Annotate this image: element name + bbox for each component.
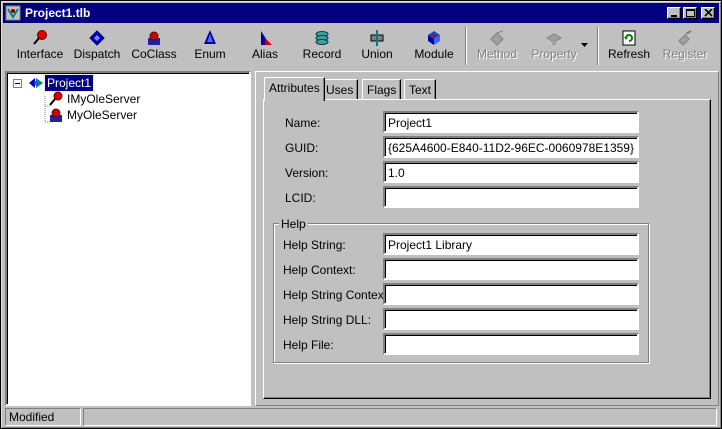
status-secondary-panel xyxy=(83,408,717,426)
dispatch-button[interactable]: Dispatch xyxy=(71,27,123,65)
refresh-icon xyxy=(622,30,636,46)
dispatch-icon xyxy=(89,30,105,46)
enum-icon xyxy=(204,30,216,44)
alias-icon xyxy=(261,31,272,45)
maximize-icon xyxy=(686,9,695,17)
enum-button[interactable]: Enum xyxy=(189,27,231,65)
tab-label: Text xyxy=(409,83,432,97)
window-title: Project1.tlb xyxy=(25,6,91,20)
method-icon xyxy=(490,30,504,46)
tab-label: Attributes xyxy=(269,81,320,95)
typelib-app-icon[interactable] xyxy=(5,5,21,21)
method-button[interactable]: Method xyxy=(475,27,519,65)
coclass-icon xyxy=(148,31,160,45)
property-button[interactable]: Property xyxy=(529,27,579,65)
record-icon xyxy=(315,31,329,45)
register-icon xyxy=(678,30,692,46)
name-field[interactable]: Project1 xyxy=(383,111,639,133)
tree-item-label: Project1 xyxy=(43,74,95,92)
minimize-icon xyxy=(671,15,677,17)
coclass-icon xyxy=(50,108,62,122)
help-string-dll-field[interactable] xyxy=(383,308,639,330)
close-icon xyxy=(704,9,713,17)
tab-attributes[interactable]: Attributes xyxy=(264,77,325,101)
tree-collapse-toggle[interactable] xyxy=(13,79,22,88)
module-icon xyxy=(428,31,440,45)
help-file-field[interactable] xyxy=(383,333,639,355)
help-string-field[interactable]: Project1 Library xyxy=(383,233,639,255)
refresh-button[interactable]: Refresh xyxy=(607,27,651,65)
guid-label: GUID: xyxy=(285,141,319,155)
help-group-title: Help xyxy=(279,217,308,231)
toolbar-separator xyxy=(465,27,467,65)
tab-text[interactable]: Text xyxy=(404,79,437,99)
name-label: Name: xyxy=(285,116,321,130)
version-label: Version: xyxy=(285,166,329,180)
help-string-context-label: Help String Context: xyxy=(283,288,391,302)
lcid-label: LCID: xyxy=(285,191,316,205)
version-field[interactable]: 1.0 xyxy=(383,161,639,183)
guid-field[interactable]: {625A4600-E840-11D2-96EC-0060978E1359} xyxy=(383,136,639,158)
toolbar: Interface Dispatch CoClass Enum Alias Re… xyxy=(3,25,719,69)
lcid-field[interactable] xyxy=(383,186,639,208)
help-context-label: Help Context: xyxy=(283,263,356,277)
interface-icon xyxy=(33,30,47,45)
union-icon xyxy=(370,30,384,46)
property-dropdown-arrow-icon[interactable] xyxy=(581,43,588,47)
maximize-button[interactable] xyxy=(683,7,697,19)
interface-icon xyxy=(49,91,63,106)
minimize-button[interactable] xyxy=(667,7,681,19)
alias-button[interactable]: Alias xyxy=(247,27,283,65)
tab-label: Flags xyxy=(367,83,397,97)
title-bar[interactable]: Project1.tlb xyxy=(3,3,719,23)
help-string-label: Help String: xyxy=(283,238,346,252)
help-string-context-field[interactable] xyxy=(383,283,639,305)
interface-button[interactable]: Interface xyxy=(15,27,65,65)
help-string-dll-label: Help String DLL: xyxy=(283,313,372,327)
tab-flags[interactable]: Flags xyxy=(362,79,402,99)
close-button[interactable] xyxy=(701,7,715,19)
type-library-tree[interactable]: Project1 IMyOleServer MyOleServer xyxy=(5,71,251,406)
tree-item-label: IMyOleServer xyxy=(67,92,141,106)
tab-label: Uses xyxy=(326,83,354,97)
help-file-label: Help File: xyxy=(283,338,334,352)
help-context-field[interactable] xyxy=(383,258,639,280)
union-button[interactable]: Union xyxy=(357,27,397,65)
status-text: Modified xyxy=(5,408,81,426)
tree-item-label: MyOleServer xyxy=(67,108,138,122)
library-icon xyxy=(29,78,43,88)
tab-uses[interactable]: Uses xyxy=(321,79,359,99)
app-window: Project1.tlb Interface Dispatch CoClass … xyxy=(0,0,722,429)
property-icon xyxy=(545,33,563,45)
toolbar-separator xyxy=(597,27,599,65)
status-bar: Modified xyxy=(3,408,719,426)
record-button[interactable]: Record xyxy=(301,27,343,65)
coclass-button[interactable]: CoClass xyxy=(129,27,179,65)
register-button[interactable]: Register xyxy=(661,27,709,65)
module-button[interactable]: Module xyxy=(413,27,455,65)
